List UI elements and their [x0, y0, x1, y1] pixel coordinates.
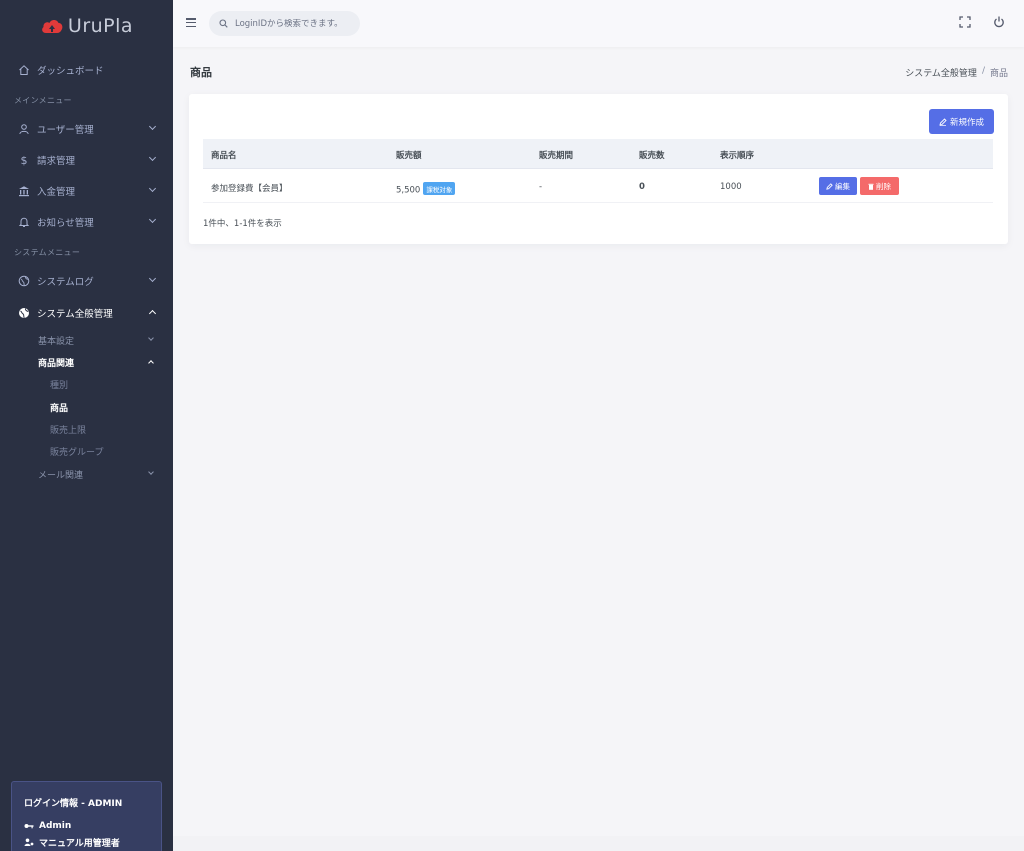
- cloud-logo-icon: [42, 20, 63, 33]
- login-role-row: マニュアル用管理者: [24, 836, 149, 849]
- sidebar-item-label: ダッシュボード: [37, 66, 104, 77]
- sidebar-item-label: 商品: [50, 403, 69, 414]
- sidebar-item-billing[interactable]: $ 請求管理: [0, 148, 173, 172]
- bell-icon: [18, 216, 30, 228]
- sidebar-subsub-product[interactable]: 商品: [50, 398, 173, 416]
- key-icon: [24, 824, 34, 829]
- sidebar-subsub-category[interactable]: 種別: [50, 375, 173, 393]
- breadcrumb-separator: /: [981, 66, 985, 76]
- sidebar-item-label: 種別: [50, 380, 69, 391]
- cell-price: 5,500 課税対象: [396, 182, 456, 196]
- chevron-down-icon: [148, 184, 157, 193]
- edit-icon: [939, 117, 947, 126]
- chevron-up-icon: [148, 360, 154, 366]
- sidebar: UruPla ダッシュボード メインメニュー ユーザー管理 $ 請求管理 入金管…: [0, 0, 173, 851]
- new-button-label: 新規作成: [949, 117, 984, 128]
- delete-button-label: 削除: [876, 181, 891, 191]
- sidebar-item-label: 請求管理: [37, 156, 76, 167]
- edit-icon: [826, 182, 833, 190]
- cell-period: -: [539, 182, 543, 192]
- sidebar-item-label: メール関連: [38, 470, 84, 481]
- globe-icon: [18, 275, 30, 287]
- users-cog-icon: [24, 838, 34, 846]
- login-user-row: Admin: [24, 821, 149, 831]
- sidebar-item-label: 基本設定: [38, 336, 75, 347]
- search-box: [209, 11, 360, 36]
- sidebar-item-label: 販売上限: [50, 425, 87, 436]
- menu-icon[interactable]: [186, 18, 196, 28]
- chevron-up-icon: [148, 309, 157, 318]
- column-header-price: 販売額: [396, 151, 422, 161]
- user-icon: [18, 123, 30, 135]
- home-icon: [18, 64, 30, 76]
- sidebar-item-label: 入金管理: [37, 187, 76, 198]
- column-header-order: 表示順序: [720, 151, 755, 161]
- globe-icon: [18, 307, 30, 319]
- sidebar-item-label: お知らせ管理: [37, 218, 94, 229]
- sidebar-item-notices[interactable]: お知らせ管理: [0, 210, 173, 234]
- login-info-title: ログイン情報 - ADMIN: [24, 799, 123, 809]
- chevron-down-icon: [148, 335, 154, 341]
- table-header: 商品名 販売額 販売期間 販売数 表示順序: [203, 139, 993, 169]
- chevron-down-icon: [148, 215, 157, 224]
- breadcrumb-parent[interactable]: システム全般管理: [905, 66, 977, 79]
- edit-button-label: 編集: [835, 181, 850, 191]
- sidebar-subsub-sales-limit[interactable]: 販売上限: [50, 420, 173, 438]
- brand-name: UruPla: [67, 15, 134, 37]
- breadcrumb-current: 商品: [989, 69, 1008, 79]
- sidebar-subsub-sales-group[interactable]: 販売グループ: [50, 442, 173, 460]
- chevron-down-icon: [148, 469, 154, 475]
- tax-badge: 課税対象: [423, 182, 456, 195]
- sidebar-sub-mail-related[interactable]: メール関連: [38, 465, 173, 483]
- topbar: [173, 0, 1024, 47]
- sidebar-item-system-general[interactable]: システム全般管理: [0, 301, 173, 325]
- page-title: 商品: [190, 66, 212, 79]
- table-row: 参加登録費【会員】 5,500 課税対象 - 0 1000 編集 削除: [203, 169, 993, 203]
- cell-product-name: 参加登録費【会員】: [211, 184, 288, 194]
- new-button[interactable]: 新規作成: [929, 109, 994, 134]
- sidebar-item-label: 商品関連: [38, 358, 75, 369]
- breadcrumb: システム全般管理 / 商品: [905, 66, 1008, 79]
- price-value: 5,500: [396, 185, 421, 196]
- sidebar-item-users[interactable]: ユーザー管理: [0, 117, 173, 141]
- search-icon: [219, 19, 228, 28]
- sidebar-item-payments[interactable]: 入金管理: [0, 179, 173, 203]
- sidebar-sub-basic-settings[interactable]: 基本設定: [38, 331, 173, 349]
- column-header-period: 販売期間: [539, 151, 574, 161]
- product-list-card: 新規作成 商品名 販売額 販売期間 販売数 表示順序 参加登録費【会員】 5,5…: [189, 94, 1008, 244]
- sidebar-item-label: システム全般管理: [37, 309, 113, 320]
- column-header-count: 販売数: [639, 151, 665, 161]
- menu-title-main: メインメニュー: [14, 96, 72, 105]
- search-input[interactable]: [235, 18, 360, 29]
- sidebar-item-label: ユーザー管理: [37, 125, 94, 136]
- delete-button[interactable]: 削除: [860, 177, 899, 195]
- brand-logo[interactable]: UruPla: [0, 0, 173, 52]
- login-user-name: Admin: [39, 821, 72, 831]
- login-user-role: マニュアル用管理者: [39, 839, 120, 849]
- footer: [173, 836, 1024, 851]
- edit-button[interactable]: 編集: [819, 177, 857, 195]
- sidebar-item-dashboard[interactable]: ダッシュボード: [0, 58, 173, 82]
- cell-count: 0: [639, 182, 645, 192]
- sidebar-item-label: システムログ: [37, 277, 94, 288]
- menu-title-system: システムメニュー: [14, 248, 81, 257]
- sidebar-sub-product-related[interactable]: 商品関連: [38, 353, 173, 371]
- dollar-icon: $: [20, 153, 28, 167]
- cell-order: 1000: [720, 182, 742, 192]
- chevron-down-icon: [148, 274, 157, 283]
- fullscreen-icon[interactable]: [958, 15, 972, 29]
- sidebar-item-label: 販売グループ: [50, 447, 104, 458]
- chevron-down-icon: [148, 153, 157, 162]
- chevron-down-icon: [148, 122, 157, 131]
- pagination-summary: 1件中、1-1件を表示: [203, 219, 282, 229]
- column-header-name: 商品名: [211, 151, 237, 161]
- login-info-box: ログイン情報 - ADMIN Admin マニュアル用管理者: [11, 781, 162, 851]
- bank-icon: [18, 185, 30, 197]
- trash-icon: [868, 183, 874, 190]
- sidebar-item-system-log[interactable]: システムログ: [0, 269, 173, 293]
- power-icon[interactable]: [992, 15, 1006, 29]
